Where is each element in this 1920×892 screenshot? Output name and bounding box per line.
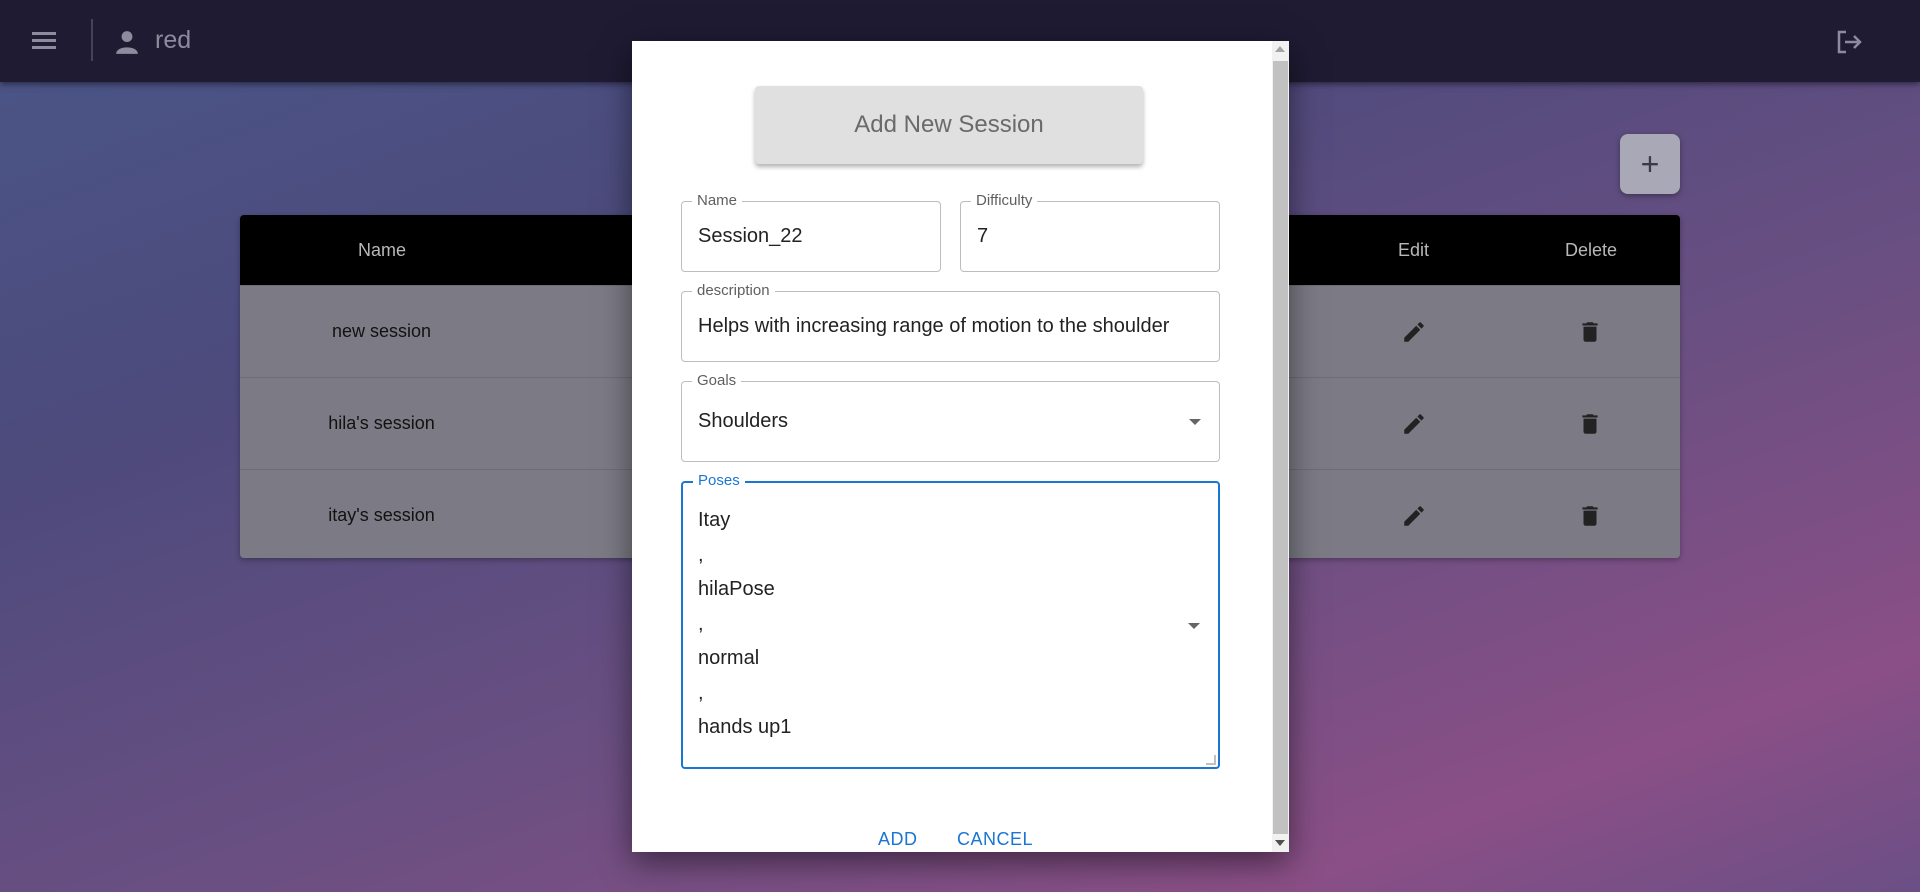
pose-item: Itay <box>698 509 731 531</box>
name-label: Name <box>692 192 743 210</box>
pose-item: hilaPose <box>698 578 775 600</box>
column-header-name: Name <box>358 240 407 260</box>
session-name-cell: hila's session <box>328 413 435 433</box>
scroll-down-arrow-icon[interactable] <box>1275 840 1285 846</box>
description-label: description <box>692 282 775 300</box>
resize-handle[interactable] <box>1206 755 1216 765</box>
trash-icon[interactable] <box>1577 319 1603 345</box>
pose-item: hands up1 <box>698 716 792 738</box>
session-name-cell: new session <box>331 321 432 341</box>
dialog-title: Add New Session <box>755 86 1143 164</box>
poses-list: Itay , hilaPose , normal , hands up1 <box>698 509 791 751</box>
pose-item: normal <box>698 647 760 669</box>
difficulty-label: Difficulty <box>971 192 1038 210</box>
add-session-button[interactable]: + <box>1620 134 1680 194</box>
menu-icon[interactable] <box>28 28 62 54</box>
username: red <box>155 26 192 54</box>
description-field[interactable]: description Helps with increasing range … <box>681 282 1220 362</box>
topbar-divider <box>91 19 93 61</box>
person-icon <box>116 31 138 54</box>
scroll-up-arrow-icon[interactable] <box>1275 46 1285 52</box>
pose-separator: , <box>698 543 704 566</box>
column-header-edit: Edit <box>1398 240 1430 260</box>
session-name-cell: itay's session <box>328 505 435 525</box>
trash-icon[interactable] <box>1577 503 1603 529</box>
scroll-thumb[interactable] <box>1273 61 1288 834</box>
add-button[interactable]: ADD <box>878 829 918 850</box>
trash-icon[interactable] <box>1577 411 1603 437</box>
cancel-button[interactable]: CANCEL <box>957 829 1033 850</box>
chevron-down-icon <box>1189 419 1201 425</box>
chevron-down-icon <box>1188 623 1200 629</box>
goals-value: Shoulders <box>698 410 789 432</box>
goals-select[interactable]: Goals Shoulders <box>681 372 1220 462</box>
poses-select[interactable]: Poses Itay , hilaPose , normal , hands u… <box>681 472 1220 769</box>
pose-separator: , <box>698 681 704 704</box>
name-field[interactable]: Name Session_22 <box>681 192 941 272</box>
dialog-scrollbar[interactable] <box>1272 41 1289 852</box>
pencil-icon[interactable] <box>1401 319 1427 345</box>
plus-icon: + <box>1640 145 1660 182</box>
column-header-delete: Delete <box>1565 240 1618 260</box>
pose-separator: , <box>698 612 704 635</box>
pencil-icon[interactable] <box>1401 411 1427 437</box>
difficulty-field[interactable]: Difficulty 7 <box>960 192 1220 272</box>
logout-icon[interactable] <box>1834 27 1864 57</box>
add-session-dialog: Add New Session Name Session_22 Difficul… <box>632 41 1289 852</box>
pencil-icon[interactable] <box>1401 503 1427 529</box>
goals-label: Goals <box>692 372 742 390</box>
difficulty-input[interactable]: 7 <box>977 225 988 248</box>
description-input[interactable]: Helps with increasing range of motion to… <box>698 315 1169 338</box>
poses-label: Poses <box>693 472 745 490</box>
name-input[interactable]: Session_22 <box>698 225 803 248</box>
